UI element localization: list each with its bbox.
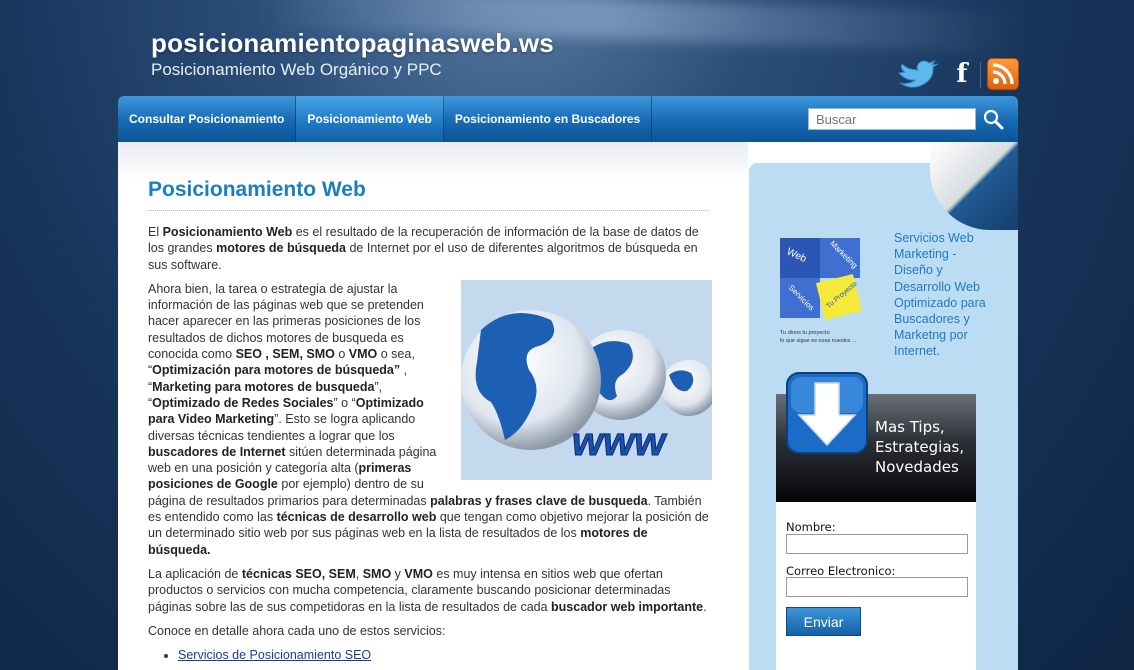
submit-button[interactable]: Enviar [786,607,861,636]
puzzle-caption: Tu dinos tu proyecto [780,330,830,336]
facebook-glyph: f [956,59,968,89]
twitter-bird-icon[interactable] [896,58,940,90]
email-field[interactable] [786,577,968,597]
tips-banner-text: Mas Tips, Estrategias, Novedades [875,418,965,476]
services-list: Servicios de Posicionamiento SEO [178,647,710,663]
sidebar-promo-link[interactable]: Servicios Web Marketing - Diseño y Desar… [894,230,994,360]
name-field[interactable] [786,534,968,554]
email-label: Correo Electronico: [786,564,896,578]
content-top-shade [118,142,748,182]
nav-item-posicionamiento-web[interactable]: Posicionamiento Web [296,96,444,142]
nav-item-posicionamiento-en-buscadores[interactable]: Posicionamiento en Buscadores [444,96,653,142]
article-paragraph: La aplicación de técnicas SEO, SEM, SMO … [148,566,707,614]
nav-item-consultar-posicionamiento[interactable]: Consultar Posicionamiento [118,96,297,142]
article-paragraph: Conoce en detalle ahora cada uno de esto… [148,623,446,638]
site-title[interactable]: posicionamientopaginasweb.ws [151,28,554,59]
magnifier-icon[interactable] [982,108,1004,130]
site-tagline: Posicionamiento Web Orgánico y PPC [151,60,442,79]
search-input[interactable] [808,108,976,130]
social-separator [980,62,981,88]
name-label: Nombre: [786,520,836,534]
facebook-icon[interactable]: f [950,58,974,90]
list-item: Servicios de Posicionamiento SEO [178,647,710,663]
www-image-text: www [568,419,671,464]
puzzle-logo-image[interactable]: Web Marketing Servicios Tu Proyecto Tu d… [778,236,868,346]
article-paragraph: El Posicionamiento Web es el resultado d… [148,225,699,272]
download-arrow-icon [785,371,869,455]
link-servicios-seo[interactable]: Servicios de Posicionamiento SEO [178,648,371,662]
article-body: El Posicionamiento Web es el resultado d… [148,224,717,663]
rss-feed-icon[interactable] [987,58,1019,90]
page-title: Posicionamiento Web [148,178,708,211]
globes-www-image: www [461,279,717,480]
puzzle-caption: lo que sigue es cosa nuestra ... [780,338,857,344]
